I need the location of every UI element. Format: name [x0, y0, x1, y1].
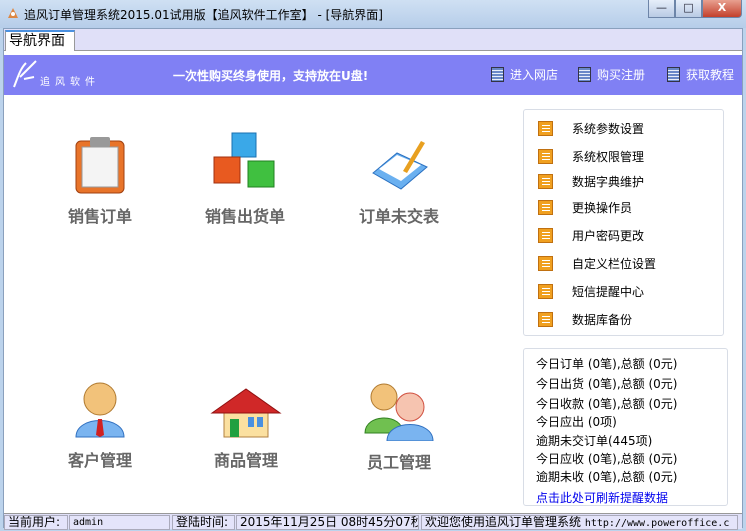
enter-shop-link[interactable]: 进入网店 — [491, 66, 558, 83]
item-label: 短信提醒中心 — [572, 285, 645, 299]
window-title: 追风订单管理系统2015.01试用版【追风软件工作室】 - [导航界面] — [24, 8, 383, 22]
customer-icon — [75, 382, 125, 438]
book-icon — [578, 67, 591, 82]
staff-icon — [364, 383, 434, 441]
item-label: 用户密码更改 — [572, 229, 645, 243]
slogan: 一次性购买终身使用，支持放在U盘! — [173, 69, 369, 83]
app-icon — [8, 8, 18, 18]
close-button[interactable]: X — [702, 0, 742, 18]
sales-shipment-tile[interactable]: 销售出货单 — [180, 129, 310, 227]
tile-label: 员工管理 — [366, 453, 431, 472]
settings-item-custom-columns[interactable]: 自定义栏位设置 — [538, 255, 656, 272]
notepad-icon — [538, 228, 553, 243]
tile-label: 销售出货单 — [204, 207, 285, 226]
user-label: 当前用户: — [4, 515, 68, 530]
document-pen-icon — [372, 141, 428, 190]
notepad-icon — [538, 284, 553, 299]
unfulfilled-orders-tile[interactable]: 订单未交表 — [334, 133, 464, 227]
tile-label: 客户管理 — [67, 451, 132, 470]
reminders-panel: 今日订单 (0笔),总额 (0元) 今日出货 (0笔),总额 (0元) 今日收款… — [523, 348, 728, 506]
welcome-message: 欢迎您使用追风订单管理系统 http://www.poweroffice.c — [421, 515, 738, 530]
settings-item-permissions[interactable]: 系统权限管理 — [538, 148, 644, 165]
product-management-tile[interactable]: 商品管理 — [181, 387, 311, 471]
item-label: 数据库备份 — [572, 313, 633, 327]
clipboard-icon — [75, 137, 125, 194]
title-bar: 追风订单管理系统2015.01试用版【追风软件工作室】 - [导航界面] — □… — [0, 0, 746, 28]
current-user: admin — [69, 515, 170, 530]
reminder-line: 今日出货 (0笔),总额 (0元) — [536, 377, 678, 391]
settings-item-sms-center[interactable]: 短信提醒中心 — [538, 283, 644, 300]
notepad-icon — [538, 256, 553, 271]
customer-management-tile[interactable]: 客户管理 — [35, 379, 165, 471]
reminder-line: 逾期未收 (0笔),总额 (0元) — [536, 470, 678, 484]
status-bar: 当前用户: admin 登陆时间: 2015年11月25日 08时45分07秒 … — [4, 513, 742, 530]
item-label: 系统权限管理 — [572, 150, 645, 164]
reminder-line: 今日应收 (0笔),总额 (0元) — [536, 452, 678, 466]
book-icon — [667, 67, 680, 82]
reminder-line: 逾期未交订单(445项) — [536, 434, 653, 448]
tile-label: 订单未交表 — [358, 207, 439, 226]
welcome-text: 欢迎您使用追风订单管理系统 — [425, 515, 582, 529]
settings-item-system-params[interactable]: 系统参数设置 — [538, 120, 644, 137]
login-time: 2015年11月25日 08时45分07秒 — [236, 515, 419, 530]
item-label: 数据字典维护 — [572, 175, 645, 189]
notepad-icon — [538, 149, 553, 164]
notepad-icon — [538, 200, 553, 215]
settings-item-change-password[interactable]: 用户密码更改 — [538, 227, 644, 244]
notepad-icon — [538, 174, 553, 189]
link-label: 购买注册 — [597, 68, 646, 82]
purchase-register-link[interactable]: 购买注册 — [578, 66, 645, 83]
maximize-button[interactable]: □ — [675, 0, 702, 18]
banner: 追风软件 一次性购买终身使用，支持放在U盘! 进入网店 购买注册 获取教程 — [4, 55, 742, 95]
notepad-icon — [538, 121, 553, 136]
reminder-line: 今日订单 (0笔),总额 (0元) — [536, 357, 678, 371]
logo-text: 追风软件 — [40, 77, 100, 88]
link-label: 获取教程 — [686, 68, 735, 82]
logo-icon — [13, 60, 37, 88]
get-tutorial-link[interactable]: 获取教程 — [667, 66, 734, 83]
notepad-icon — [538, 312, 553, 327]
tab-strip: 导航界面 — [4, 29, 742, 51]
cubes-icon — [213, 132, 275, 188]
settings-item-dictionary[interactable]: 数据字典维护 — [538, 173, 644, 190]
book-icon — [491, 67, 504, 82]
sales-order-tile[interactable]: 销售订单 — [35, 135, 165, 227]
reminder-line: 今日收款 (0笔),总额 (0元) — [536, 397, 678, 411]
website-url: http://www.poweroffice.c — [584, 518, 730, 529]
staff-management-tile[interactable]: 员工管理 — [334, 379, 464, 473]
item-label: 自定义栏位设置 — [572, 257, 657, 271]
tab-navigation[interactable]: 导航界面 — [5, 30, 75, 51]
refresh-reminders-link[interactable]: 点击此处可刷新提醒数据 — [536, 489, 668, 506]
settings-item-switch-operator[interactable]: 更换操作员 — [538, 199, 632, 216]
tile-label: 商品管理 — [213, 451, 278, 470]
reminder-line: 今日应出 (0项) — [536, 415, 617, 429]
house-icon — [210, 388, 282, 438]
tile-label: 销售订单 — [67, 207, 132, 226]
item-label: 系统参数设置 — [572, 122, 645, 136]
login-label: 登陆时间: — [172, 515, 235, 530]
minimize-button[interactable]: — — [648, 0, 675, 18]
main-window: 导航界面 追风软件 一次性购买终身使用，支持放在U盘! 进入网店 购买注册 获取… — [3, 28, 743, 530]
link-label: 进入网店 — [510, 68, 559, 82]
settings-panel: 系统参数设置 系统权限管理 数据字典维护 更换操作员 用户密码更改 自定义栏位设… — [523, 109, 724, 336]
item-label: 更换操作员 — [572, 201, 633, 215]
settings-item-db-backup[interactable]: 数据库备份 — [538, 311, 632, 328]
